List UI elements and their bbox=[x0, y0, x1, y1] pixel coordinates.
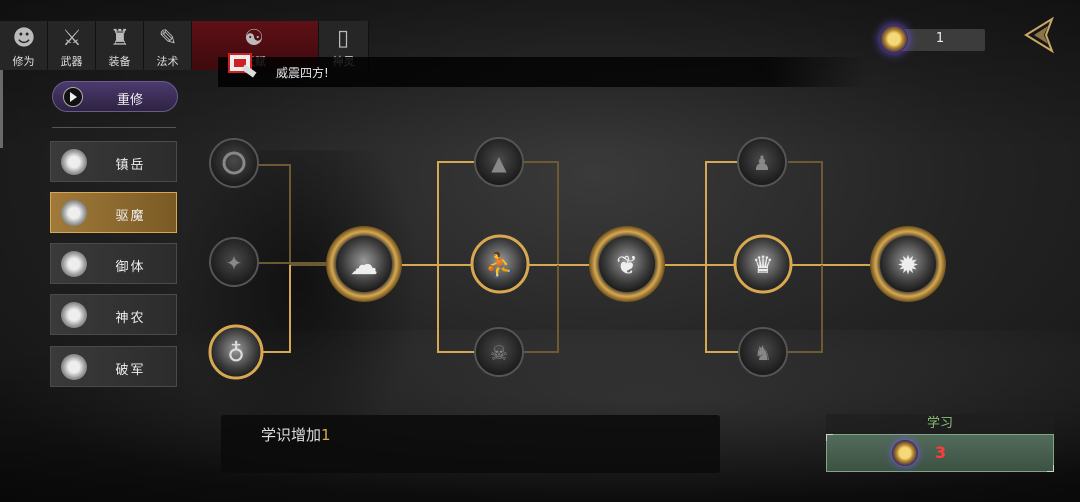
running-figure-icon: ⛹ bbox=[485, 250, 515, 279]
skill-node-demon[interactable]: ☠ bbox=[474, 327, 524, 377]
phoenix-gourd-icon: ❦ bbox=[616, 251, 638, 281]
connector-line bbox=[258, 164, 330, 266]
muscle-body-icon: ♟ bbox=[753, 151, 771, 175]
learn-cost: 3 bbox=[935, 443, 947, 462]
fierce-beast-icon: ✹ bbox=[897, 251, 919, 281]
monk-icon: ♞ bbox=[754, 341, 772, 365]
skill-node-monk[interactable]: ♞ bbox=[738, 327, 788, 377]
connector-line bbox=[705, 265, 738, 353]
connector-line bbox=[437, 161, 474, 265]
description-prefix: 学识增加 bbox=[261, 426, 322, 444]
connector-line bbox=[437, 265, 474, 353]
gourd-icon: ♁ bbox=[227, 339, 245, 367]
skill-node-mountain[interactable]: ▲ bbox=[474, 137, 524, 187]
skill-node-gourd[interactable]: ♁ bbox=[208, 324, 264, 380]
connector-line bbox=[788, 161, 823, 265]
connector-line bbox=[524, 265, 559, 353]
description-value: 1 bbox=[321, 426, 331, 444]
connector-line bbox=[524, 161, 559, 265]
learn-title: 学习 bbox=[826, 414, 1054, 434]
skill-description-panel: 学识增加1 bbox=[221, 415, 720, 473]
skill-node-fox[interactable]: ✦ bbox=[209, 237, 259, 287]
skill-description: 学识增加1 bbox=[261, 424, 331, 445]
skill-node-phoenix[interactable]: ❦ bbox=[589, 226, 665, 302]
cloud-gourd-icon: ☁ bbox=[350, 248, 378, 281]
skill-node-beast[interactable]: ✹ bbox=[870, 226, 946, 302]
fox-spirit-icon: ✦ bbox=[226, 251, 243, 275]
connector-line bbox=[788, 265, 823, 353]
spirit-coin-icon bbox=[892, 440, 918, 466]
mountain-icon: ▲ bbox=[491, 151, 507, 175]
skill-node-mask[interactable]: ♛ bbox=[733, 234, 793, 294]
connector-line bbox=[260, 265, 291, 353]
skill-node-cloud-gourd[interactable]: ☁ bbox=[326, 226, 402, 302]
skill-node-muscle[interactable]: ♟ bbox=[737, 137, 787, 187]
skill-node-swirl[interactable] bbox=[209, 138, 259, 188]
learn-button[interactable]: 3 bbox=[826, 434, 1054, 472]
mask-icon: ♛ bbox=[752, 251, 774, 279]
corner-mark bbox=[1047, 465, 1054, 472]
corner-mark bbox=[826, 434, 833, 441]
skill-node-runner[interactable]: ⛹ bbox=[470, 234, 530, 294]
connector-line bbox=[705, 161, 738, 265]
demon-face-icon: ☠ bbox=[490, 341, 508, 365]
